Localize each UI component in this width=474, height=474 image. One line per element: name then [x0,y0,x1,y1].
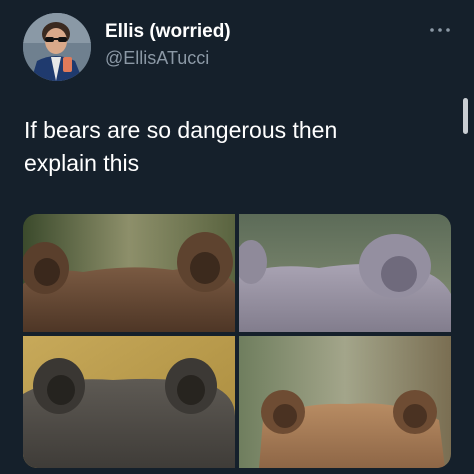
bear-image [23,214,235,332]
more-horizontal-icon[interactable] [428,25,452,35]
scrollbar[interactable] [463,98,468,134]
user-handle[interactable]: @EllisATucci [105,48,209,69]
bear-image [239,336,451,468]
avatar[interactable] [23,13,91,81]
tweet-image-4[interactable] [239,336,451,468]
user-avatar-icon [23,13,91,81]
tweet-image-1[interactable] [23,214,235,332]
bear-image [23,336,235,468]
tweet-image-2[interactable] [239,214,451,332]
display-name[interactable]: Ellis (worried) [105,21,231,43]
tweet-text: If bears are so dangerous then explain t… [24,114,444,180]
media-grid [23,214,451,468]
tweet-text-line: explain this [24,150,140,176]
tweet-text-line: If bears are so dangerous then [24,117,338,143]
tweet-header: Ellis (worried) @EllisATucci [0,0,474,90]
tweet-image-3[interactable] [23,336,235,468]
bear-image [239,214,451,332]
